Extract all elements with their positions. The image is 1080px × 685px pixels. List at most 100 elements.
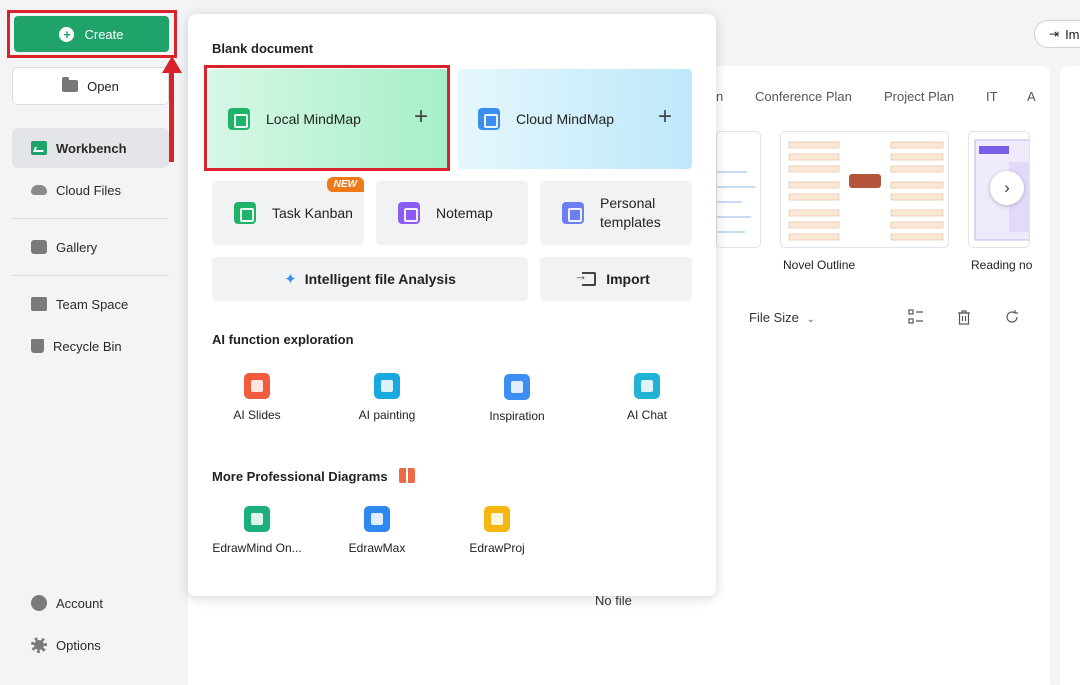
edrawproj-icon <box>484 506 510 532</box>
trash-icon[interactable] <box>956 309 972 325</box>
import-top-label: Im <box>1065 26 1080 42</box>
ai-chat-item[interactable]: AI Chat <box>602 373 692 422</box>
sidebar-item-gallery[interactable]: Gallery <box>12 227 169 267</box>
create-popup: Blank document Local MindMap + Cloud Min… <box>188 14 716 596</box>
notemap-tile[interactable]: Notemap <box>376 181 528 245</box>
sidebar-item-label: Cloud Files <box>56 182 122 198</box>
annotation-arrow-shaft <box>169 70 174 162</box>
inspiration-item[interactable]: Inspiration <box>472 374 562 423</box>
chat-icon <box>634 373 660 399</box>
open-button[interactable]: Open <box>12 67 169 105</box>
intelligent-file-analysis-button[interactable]: ✦ Intelligent file Analysis <box>212 257 528 301</box>
painting-icon <box>374 373 400 399</box>
sidebar-item-label: Workbench <box>56 140 127 156</box>
blank-document-title: Blank document <box>212 41 314 56</box>
template-tab-conference-plan[interactable]: Conference Plan <box>755 89 852 104</box>
cloud-mindmap-label: Cloud MindMap <box>516 111 615 127</box>
workbench-icon <box>31 141 47 155</box>
edrawmax-icon <box>364 506 390 532</box>
local-mindmap-highlight-annotation <box>204 65 450 171</box>
more-diagrams-label: More Professional Diagrams <box>212 469 388 484</box>
lightning-icon <box>504 374 530 400</box>
open-label: Open <box>87 78 119 94</box>
import-icon <box>574 268 597 286</box>
trash-glyph <box>958 310 970 325</box>
sidebar-item-account[interactable]: Account <box>12 583 169 623</box>
ai-painting-label: AI painting <box>358 408 416 422</box>
refresh-icon[interactable] <box>1004 309 1020 325</box>
cloud-mindmap-tile[interactable]: Cloud MindMap + <box>458 69 692 169</box>
mindmap-preview <box>717 171 755 233</box>
template-tab-more[interactable]: A <box>1027 89 1036 104</box>
template-thumbnail-novel-outline[interactable] <box>780 131 949 248</box>
list-view-glyph <box>908 309 923 324</box>
edrawproj-item[interactable]: EdrawProj <box>452 506 542 555</box>
import-top-button[interactable]: ⇥ Im <box>1034 20 1080 48</box>
sparkle-icon: ✦ <box>284 271 297 288</box>
personal-templates-line2: templates <box>600 214 661 230</box>
slides-icon <box>244 373 270 399</box>
sidebar-item-label: Options <box>56 637 101 653</box>
template-tab-project-plan[interactable]: Project Plan <box>884 89 954 104</box>
team-space-icon <box>31 297 47 311</box>
intelligent-analysis-label: Intelligent file Analysis <box>304 271 456 287</box>
chevron-down-icon: ⌄ <box>806 314 815 325</box>
ai-exploration-title: AI function exploration <box>212 332 354 347</box>
kanban-icon <box>234 202 256 224</box>
notemap-icon <box>398 202 420 224</box>
gallery-icon <box>31 240 47 254</box>
sidebar-item-label: Recycle Bin <box>53 338 122 354</box>
cloud-icon <box>31 185 47 195</box>
ai-chat-label: AI Chat <box>626 408 668 422</box>
account-icon <box>31 595 47 611</box>
ai-slides-item[interactable]: AI Slides <box>212 373 302 422</box>
sidebar-item-cloud-files[interactable]: Cloud Files <box>12 170 169 210</box>
more-diagrams-title: More Professional Diagrams <box>212 468 416 484</box>
sidebar-divider <box>12 275 169 276</box>
sidebar-item-label: Gallery <box>56 239 98 255</box>
sidebar-item-options[interactable]: Options <box>12 625 169 665</box>
annotation-arrow-head <box>162 56 182 73</box>
file-size-sort[interactable]: File Size ⌄ <box>749 310 815 325</box>
personal-templates-tile[interactable]: Personal templates <box>540 181 692 245</box>
sidebar-divider <box>12 218 169 219</box>
edrawmind-icon <box>244 506 270 532</box>
template-tab-it[interactable]: IT <box>986 89 998 104</box>
task-kanban-label: Task Kanban <box>272 205 353 221</box>
cloud-mindmap-icon <box>478 108 500 130</box>
folder-icon <box>62 77 79 92</box>
list-view-icon[interactable] <box>908 309 924 325</box>
right-panel <box>1060 66 1080 685</box>
sidebar: + Create Open Workbench Cloud Files Gall… <box>0 0 181 685</box>
carousel-next-button[interactable]: › <box>990 171 1024 205</box>
inspiration-label: Inspiration <box>489 409 545 423</box>
import-button[interactable]: Import <box>540 257 692 301</box>
edrawmax-item[interactable]: EdrawMax <box>332 506 422 555</box>
edrawmax-label: EdrawMax <box>348 541 406 555</box>
chevron-right-icon: › <box>1004 178 1010 197</box>
template-caption-novel-outline: Novel Outline <box>783 258 856 272</box>
gear-icon <box>31 637 47 653</box>
novel-outline-preview <box>788 141 944 241</box>
ai-painting-item[interactable]: AI painting <box>342 373 432 422</box>
task-kanban-tile[interactable]: Task Kanban NEW <box>212 177 364 245</box>
edrawproj-label: EdrawProj <box>469 541 525 555</box>
sidebar-item-workbench[interactable]: Workbench <box>12 128 169 168</box>
refresh-glyph <box>1006 310 1018 323</box>
edrawmind-online-item[interactable]: EdrawMind On... <box>212 506 302 555</box>
personal-templates-label: Personal templates <box>600 194 661 232</box>
file-size-label: File Size <box>749 310 799 325</box>
sidebar-item-label: Team Space <box>56 296 129 312</box>
edrawmind-online-label: EdrawMind On... <box>212 541 302 555</box>
recycle-bin-icon <box>31 339 44 353</box>
template-tab-partial[interactable]: n <box>716 89 723 104</box>
new-badge: NEW <box>326 177 364 192</box>
templates-icon <box>562 202 584 224</box>
sidebar-item-team-space[interactable]: Team Space <box>12 284 169 324</box>
template-thumbnail-partial[interactable] <box>716 131 761 248</box>
gift-icon <box>399 468 416 483</box>
create-highlight-annotation <box>7 10 177 58</box>
sidebar-item-recycle-bin[interactable]: Recycle Bin <box>12 326 169 366</box>
plus-icon: + <box>657 103 672 130</box>
import-icon: ⇥ <box>1049 27 1060 41</box>
